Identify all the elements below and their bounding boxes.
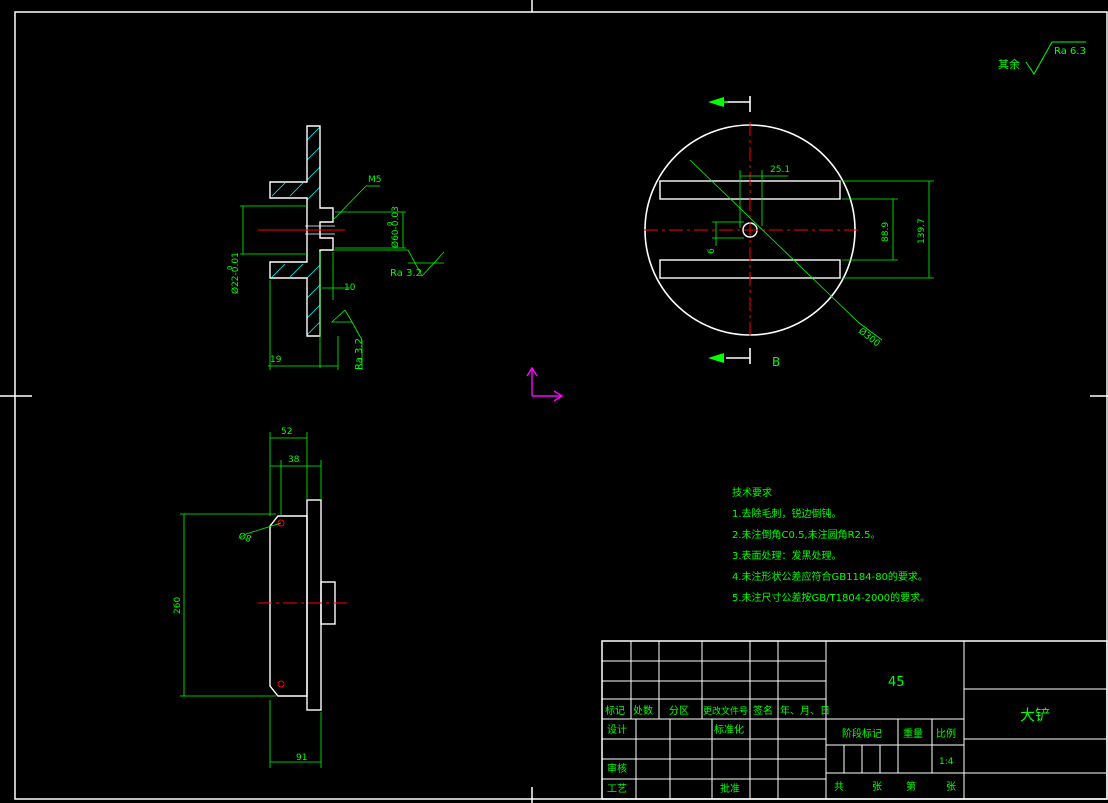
drawing-border — [14, 11, 1108, 800]
tb-header-mark: 标记 — [605, 705, 625, 717]
ucs-icon — [526, 366, 564, 402]
dim-d22: Ø22-0.01 — [230, 252, 241, 294]
tb-sheet-no: 第 — [906, 780, 916, 793]
title-block: 标记 处数 分区 更改文件号 签名 年、月、日 设计 标准化 审核 工艺 批准 … — [601, 640, 1108, 800]
dim-6: 6 — [707, 248, 717, 254]
tech-notes: 技术要求 1.去除毛刺，锐边倒钝。 2.未注倒角C0.5,未注圆角R2.5。 3… — [732, 486, 930, 604]
cad-drawing-canvas: 其余 Ra 6.3 M5 Ø60-0.03 0 Ø22-0.01 0 Ra 3.… — [0, 0, 1108, 803]
hole-bottom — [277, 680, 285, 688]
dim-d60-upper: 0 — [386, 222, 394, 226]
tech-note-3: 3.表面处理：发黑处理。 — [732, 549, 842, 562]
top-view-dimensions — [689, 159, 934, 341]
dim-139-7: 139.7 — [917, 218, 927, 244]
tb-header-change-doc: 更改文件号 — [703, 705, 748, 717]
section-marker-bottom — [726, 348, 751, 364]
section-hatch — [271, 126, 321, 336]
section-marker-top — [726, 96, 751, 112]
tb-total: 共 — [834, 781, 844, 793]
dim-10: 10 — [344, 283, 356, 293]
tech-note-4: 4.未注形状公差应符合GB1184-80的要求。 — [732, 570, 928, 583]
tb-process: 工艺 — [607, 783, 627, 795]
tb-scale: 比例 — [936, 727, 956, 740]
tb-header-zone: 分区 — [669, 705, 689, 717]
dim-d22-upper: 0 — [226, 266, 234, 270]
side-view: 52 38 260 Ø8 91 — [173, 427, 350, 768]
title-block-text: 标记 处数 分区 更改文件号 签名 年、月、日 设计 标准化 审核 工艺 批准 … — [605, 675, 1050, 795]
roughness-value-2: Ra 3.2 — [354, 338, 365, 370]
tb-header-count: 处数 — [633, 704, 653, 717]
roughness-other: 其余 Ra 6.3 — [998, 41, 1086, 75]
section-arrow-top — [708, 97, 724, 107]
dim-d60: Ø60-0.03 — [390, 206, 401, 248]
sheet-frame — [0, 0, 1108, 803]
tb-header-sign: 签名 — [753, 704, 773, 717]
tb-sheet-unit: 张 — [872, 781, 882, 793]
dim-19: 19 — [270, 355, 282, 365]
tech-note-2: 2.未注倒角C0.5,未注圆角R2.5。 — [732, 528, 880, 541]
blade-flange — [306, 499, 322, 711]
tech-notes-title: 技术要求 — [732, 486, 772, 499]
tb-design: 设计 — [607, 723, 627, 736]
tb-material: 45 — [888, 675, 905, 690]
dim-260: 260 — [173, 597, 183, 614]
dim-52: 52 — [281, 427, 292, 437]
tech-note-1: 1.去除毛刺，锐边倒钝。 — [732, 507, 842, 520]
tb-part-name: 大铲 — [1020, 706, 1050, 724]
tb-weight: 重量 — [903, 727, 923, 740]
section-view: M5 Ø60-0.03 0 Ø22-0.01 0 Ra 3.2 10 Ra 3.… — [226, 125, 445, 370]
blade-body — [269, 515, 308, 697]
tb-standardization: 标准化 — [714, 723, 744, 736]
dim-25-1: 25.1 — [770, 165, 790, 175]
section-outline — [269, 125, 334, 337]
roughness-other-value: Ra 6.3 — [1054, 46, 1086, 57]
tb-review: 审核 — [607, 762, 627, 775]
side-view-dimensions — [180, 432, 322, 768]
section-arrow-bottom — [708, 353, 724, 363]
roughness-other-label: 其余 — [998, 57, 1020, 71]
dim-91: 91 — [296, 753, 307, 763]
dim-m5: M5 — [368, 175, 382, 185]
top-view: B 25.1 6 88.9 139.7 Ø300 — [644, 96, 934, 369]
tb-header-date: 年、月、日 — [780, 704, 830, 717]
roughness-value-1: Ra 3.2 — [390, 268, 422, 279]
tech-note-5: 5.未注尺寸公差按GB/T1804-2000的要求。 — [732, 591, 930, 604]
tb-sheet-unit2: 张 — [946, 781, 956, 793]
dim-88-9: 88.9 — [881, 222, 891, 242]
dim-38: 38 — [288, 455, 300, 465]
tb-stage-mark: 阶段标记 — [842, 727, 882, 740]
tb-approval: 批准 — [720, 782, 740, 795]
tb-scale-value: 1:4 — [939, 757, 954, 767]
section-label-b: B — [772, 355, 780, 369]
